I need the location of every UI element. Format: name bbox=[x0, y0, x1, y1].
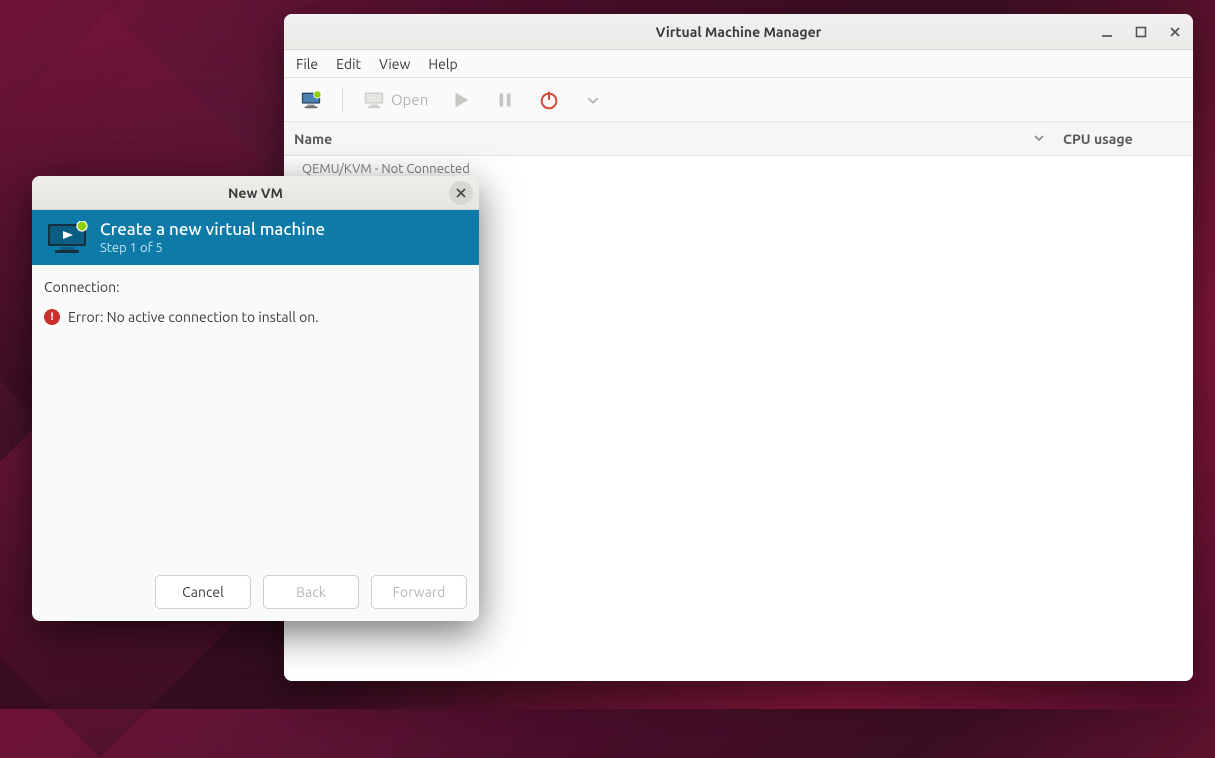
vm-wizard-icon bbox=[46, 221, 88, 255]
list-header: Name CPU usage bbox=[284, 122, 1193, 156]
minimize-button[interactable] bbox=[1097, 22, 1117, 42]
dialog-titlebar[interactable]: New VM bbox=[32, 176, 479, 210]
menu-file[interactable]: File bbox=[296, 56, 318, 72]
maximize-button[interactable] bbox=[1131, 22, 1151, 42]
menu-view[interactable]: View bbox=[379, 56, 410, 72]
error-icon: ! bbox=[44, 309, 60, 325]
toolbar: Open bbox=[284, 78, 1193, 122]
new-vm-dialog: New VM Create a new virtual machine Step… bbox=[32, 176, 479, 621]
menu-help[interactable]: Help bbox=[428, 56, 457, 72]
dialog-banner: Create a new virtual machine Step 1 of 5 bbox=[32, 210, 479, 265]
dialog-title: New VM bbox=[228, 185, 283, 201]
open-vm-button[interactable]: Open bbox=[357, 85, 434, 115]
banner-step: Step 1 of 5 bbox=[100, 241, 325, 255]
menu-edit[interactable]: Edit bbox=[336, 56, 361, 72]
column-name-header[interactable]: Name bbox=[294, 131, 332, 147]
menubar: File Edit View Help bbox=[284, 50, 1193, 78]
connection-label: Connection: bbox=[44, 279, 467, 295]
shutdown-menu-button[interactable] bbox=[576, 85, 610, 115]
cancel-button[interactable]: Cancel bbox=[155, 575, 251, 609]
pause-button[interactable] bbox=[488, 85, 522, 115]
error-text: Error: No active connection to install o… bbox=[68, 309, 319, 325]
back-button: Back bbox=[263, 575, 359, 609]
banner-title: Create a new virtual machine bbox=[100, 220, 325, 239]
open-label: Open bbox=[391, 91, 428, 108]
dialog-footer: Cancel Back Forward bbox=[32, 563, 479, 621]
new-vm-button[interactable] bbox=[294, 85, 328, 115]
window-title: Virtual Machine Manager bbox=[656, 24, 822, 40]
connection-label: QEMU/KVM - Not Connected bbox=[302, 162, 470, 176]
close-button[interactable] bbox=[1165, 22, 1185, 42]
dialog-close-button[interactable] bbox=[449, 181, 473, 205]
forward-button: Forward bbox=[371, 575, 467, 609]
shutdown-button[interactable] bbox=[532, 85, 566, 115]
dialog-body: Connection: ! Error: No active connectio… bbox=[32, 265, 479, 563]
sort-indicator-icon[interactable] bbox=[1033, 131, 1045, 147]
run-button[interactable] bbox=[444, 85, 478, 115]
titlebar[interactable]: Virtual Machine Manager bbox=[284, 14, 1193, 50]
column-cpu-header[interactable]: CPU usage bbox=[1063, 131, 1133, 147]
